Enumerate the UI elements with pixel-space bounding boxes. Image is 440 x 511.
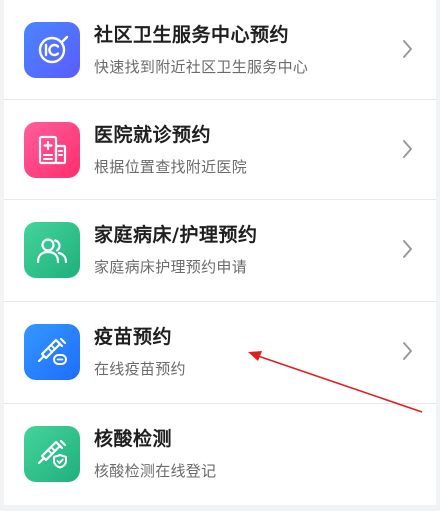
chevron-right-icon [403, 240, 412, 258]
syringe-shield-icon [24, 426, 80, 482]
item-subtitle: 根据位置查找附近医院 [94, 158, 248, 176]
chevron-right-icon [403, 40, 412, 58]
item-subtitle: 快速找到附近社区卫生服务中心 [94, 58, 309, 76]
people-icon [24, 222, 80, 278]
screen: 社区卫生服务中心预约 快速找到附近社区卫生服务中心 医院就诊预约 根据位置查找附… [0, 0, 440, 511]
appointment-list: 社区卫生服务中心预约 快速找到附近社区卫生服务中心 医院就诊预约 根据位置查找附… [4, 0, 436, 505]
item-title: 疫苗预约 [94, 326, 173, 348]
item-subtitle: 家庭病床护理预约申请 [94, 258, 248, 276]
list-item-family-bed-nursing[interactable]: 家庭病床/护理预约 家庭病床护理预约申请 [4, 200, 436, 300]
chevron-right-icon [403, 342, 412, 360]
syringe-icon [24, 324, 80, 380]
hospital-building-icon [24, 122, 80, 178]
chevron-right-icon [403, 140, 412, 158]
item-title: 家庭病床/护理预约 [94, 224, 258, 246]
list-item-vaccine[interactable]: 疫苗预约 在线疫苗预约 [4, 302, 436, 402]
list-item-community-health-center[interactable]: 社区卫生服务中心预约 快速找到附近社区卫生服务中心 [4, 0, 436, 100]
item-title: 核酸检测 [94, 428, 173, 450]
item-subtitle: 核酸检测在线登记 [94, 462, 217, 480]
item-title: 社区卫生服务中心预约 [94, 24, 290, 46]
bottom-fade [240, 462, 436, 492]
item-subtitle: 在线疫苗预约 [94, 360, 186, 378]
item-title: 医院就诊预约 [94, 124, 212, 146]
clinic-badge-icon [24, 22, 80, 78]
list-item-hospital-visit[interactable]: 医院就诊预约 根据位置查找附近医院 [4, 100, 436, 200]
